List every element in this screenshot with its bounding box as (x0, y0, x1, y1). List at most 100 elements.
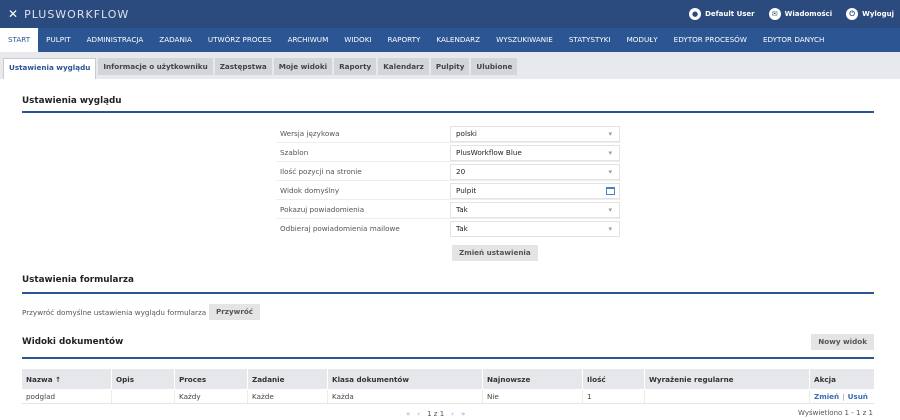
power-icon: ⏻ (846, 8, 859, 20)
chevron-down-icon: ▾ (608, 149, 612, 157)
menu-item-start[interactable]: START (0, 28, 39, 52)
col-zadanie[interactable]: Zadanie (248, 369, 328, 389)
first-page-icon[interactable]: « (406, 410, 410, 418)
menu-item-kalendarz[interactable]: KALENDARZ (428, 28, 488, 52)
form-row-page-size: Ilość pozycji na stronie 20 ▾ (276, 163, 621, 181)
default-view-label: Widok domyślny (280, 186, 340, 195)
col-najnowsze[interactable]: Najnowsze (483, 369, 583, 389)
language-label: Wersja językowa (280, 129, 340, 138)
form-row-language: Wersja językowa polski ▾ (276, 125, 621, 143)
table-header: Nazwa ↑ Opis Proces Zadanie Klasa dokume… (22, 369, 874, 389)
default-view-field[interactable]: Pulpit (450, 183, 620, 199)
col-proces[interactable]: Proces (175, 369, 248, 389)
menu-item-raporty[interactable]: RAPORTY (380, 28, 429, 52)
page-size-value: 20 (456, 167, 466, 176)
menu-item-archiwum[interactable]: ARCHIWUM (280, 28, 337, 52)
menu-item-wyszukiwanie[interactable]: WYSZUKIWANIE (488, 28, 561, 52)
section-divider (22, 292, 874, 294)
last-page-icon[interactable]: » (461, 410, 465, 418)
menu-item-administracja[interactable]: ADMINISTRACJA (79, 28, 152, 52)
page-size-select[interactable]: 20 ▾ (450, 164, 620, 180)
user-icon: ● (689, 8, 702, 20)
table-row[interactable]: podglad Każdy Każde Każda Nie 1 Zmień | … (22, 390, 874, 404)
messages-label: Wiadomości (784, 10, 833, 18)
section-divider (22, 111, 874, 113)
col-nazwa[interactable]: Nazwa ↑ (22, 369, 112, 389)
restore-description: Przywróć domyślne ustawienia wyglądu for… (22, 308, 207, 317)
edit-link[interactable]: Zmień (814, 392, 839, 401)
messages-button[interactable]: ✉ Wiadomości (768, 8, 833, 20)
delete-link[interactable]: Usuń (848, 392, 868, 401)
tab-ulubione[interactable]: Ulubione (471, 58, 518, 75)
col-klasa-dokumentow[interactable]: Klasa dokumentów (328, 369, 483, 389)
notifications-label: Pokazuj powiadomienia (280, 205, 365, 214)
col-opis[interactable]: Opis (112, 369, 175, 389)
cell-zadanie: Każde (248, 390, 328, 403)
main-menu: START PULPIT ADMINISTRACJA ZADANIA UTWÓR… (0, 28, 900, 52)
action-separator: | (842, 392, 845, 401)
notifications-value: Tak (456, 205, 468, 214)
mail-icon: ✉ (768, 8, 781, 20)
cell-klasa: Każda (328, 390, 483, 403)
row-divider (276, 199, 621, 200)
cell-wyrazenie (645, 390, 810, 403)
cell-ilosc: 1 (583, 390, 645, 403)
menu-item-edytor-danych[interactable]: EDYTOR DANYCH (755, 28, 833, 52)
new-view-button[interactable]: Nowy widok (811, 334, 874, 350)
tab-raporty[interactable]: Raporty (334, 58, 377, 75)
cell-nazwa: podglad (22, 390, 112, 403)
col-ilosc[interactable]: Ilość (583, 369, 645, 389)
user-button[interactable]: ● Default User (689, 8, 755, 20)
app-logo[interactable]: ✕ PLUSWORKFLOW (8, 6, 129, 22)
pagination: « ‹ 1 z 1 › » (406, 408, 465, 420)
language-value: polski (456, 129, 477, 138)
menu-item-edytor-procesow[interactable]: EDYTOR PROCESÓW (666, 28, 755, 52)
chevron-down-icon: ▾ (608, 206, 612, 214)
template-select[interactable]: PlusWorkflow Blue ▾ (450, 145, 620, 161)
menu-item-moduly[interactable]: MODUŁY (619, 28, 666, 52)
row-divider (276, 161, 621, 162)
menu-item-widoki[interactable]: WIDOKI (336, 28, 379, 52)
tab-pulpity[interactable]: Pulpity (430, 58, 470, 75)
form-row-mail-notifications: Odbieraj powiadomienia mailowe Tak ▾ (276, 220, 621, 238)
page-indicator: 1 z 1 (427, 410, 445, 418)
mail-notifications-value: Tak (456, 224, 468, 233)
menu-item-zadania[interactable]: ZADANIA (151, 28, 200, 52)
mail-notifications-label: Odbieraj powiadomienia mailowe (280, 224, 400, 233)
records-info: Wyświetlono 1 - 1 z 1 (798, 409, 873, 417)
menu-item-statystyki[interactable]: STATYSTYKI (561, 28, 619, 52)
tab-kalendarz[interactable]: Kalendarz (378, 58, 429, 75)
tab-zastepstwa[interactable]: Zastępstwa (214, 58, 272, 75)
chevron-down-icon: ▾ (608, 225, 612, 233)
user-label: Default User (705, 10, 755, 18)
top-bar: ✕ PLUSWORKFLOW ● Default User ✉ Wiadomoś… (0, 0, 900, 28)
user-toolbar: ● Default User ✉ Wiadomości ⏻ Wyloguj (689, 6, 894, 22)
row-divider (276, 218, 621, 219)
tab-informacje-o-uzytkowniku[interactable]: Informacje o użytkowniku (98, 58, 213, 75)
notifications-select[interactable]: Tak ▾ (450, 202, 620, 218)
menu-item-utworz-proces[interactable]: UTWÓRZ PROCES (200, 28, 280, 52)
row-divider (276, 142, 621, 143)
mail-notifications-select[interactable]: Tak ▾ (450, 221, 620, 237)
settings-tabs: Ustawienia wyglądu Informacje o użytkown… (0, 52, 900, 79)
prev-page-icon[interactable]: ‹ (417, 410, 420, 418)
restore-button[interactable]: Przywróć (209, 304, 261, 320)
calendar-icon[interactable] (606, 187, 615, 195)
form-row-template: Szablon PlusWorkflow Blue ▾ (276, 144, 621, 162)
tab-ustawienia-wygladu[interactable]: Ustawienia wyglądu (3, 58, 97, 79)
cell-najnowsze: Nie (483, 390, 583, 403)
chevron-down-icon: ▾ (608, 130, 612, 138)
form-row-default-view: Widok domyślny Pulpit (276, 182, 621, 200)
col-wyrazenie-regularne[interactable]: Wyrażenie regularne (645, 369, 810, 389)
appearance-section-title: Ustawienia wyglądu (22, 96, 122, 106)
cell-akcja: Zmień | Usuń (810, 390, 874, 403)
tab-moje-widoki[interactable]: Moje widoki (273, 58, 333, 75)
row-divider (276, 180, 621, 181)
save-settings-button[interactable]: Zmień ustawienia (452, 245, 538, 261)
next-page-icon[interactable]: › (451, 410, 454, 418)
language-select[interactable]: polski ▾ (450, 126, 620, 142)
logout-button[interactable]: ⏻ Wyloguj (846, 8, 894, 20)
section-divider (22, 357, 874, 359)
menu-item-pulpit[interactable]: PULPIT (38, 28, 78, 52)
form-row-notifications: Pokazuj powiadomienia Tak ▾ (276, 201, 621, 219)
